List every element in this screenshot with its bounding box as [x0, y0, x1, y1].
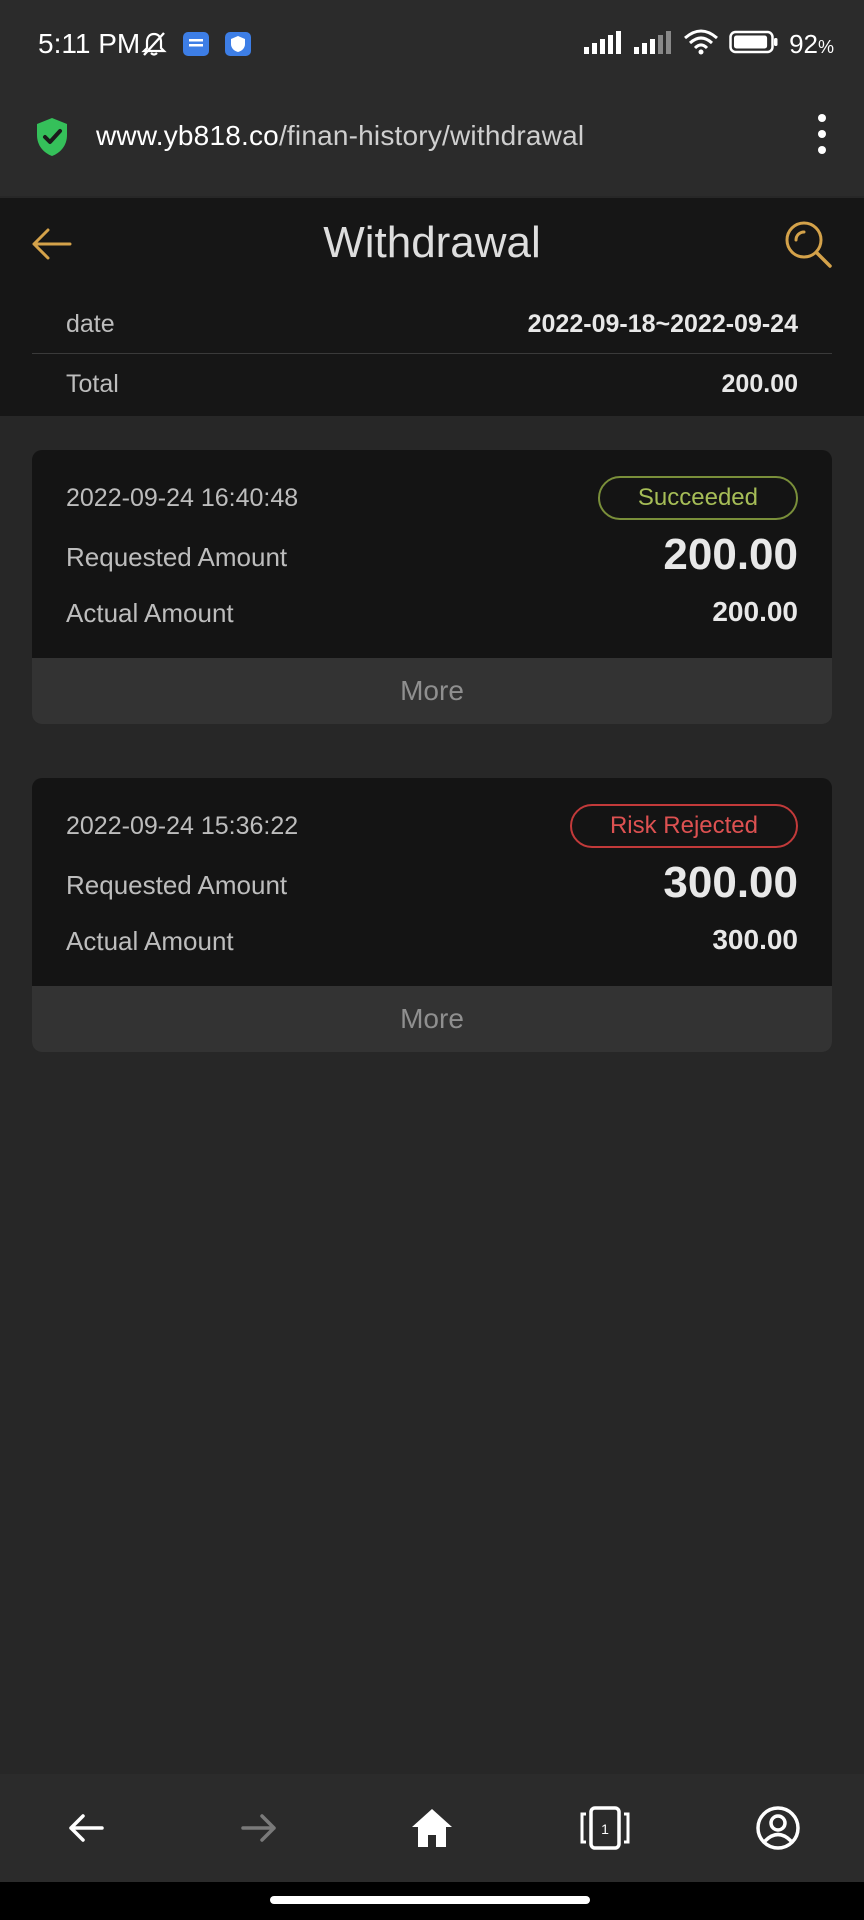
battery-percent: 92% [789, 29, 834, 59]
battery-icon [729, 29, 779, 60]
date-range-row[interactable]: date 2022-09-18~2022-09-24 [32, 294, 832, 354]
shield-app-icon [224, 30, 252, 63]
date-range-value[interactable]: 2022-09-18~2022-09-24 [528, 310, 798, 339]
total-label: Total [66, 369, 119, 398]
shield-check-icon[interactable] [34, 116, 70, 163]
bell-off-icon [140, 30, 168, 63]
status-badge: Risk Rejected [569, 804, 798, 848]
status-time: 5:11 PM [38, 28, 141, 59]
requested-amount-value: 200.00 [663, 530, 798, 579]
tab-count: 1 [601, 1821, 609, 1837]
more-button[interactable]: More [32, 986, 832, 1052]
more-button[interactable]: More [32, 658, 832, 724]
wifi-icon [683, 28, 719, 61]
account-icon[interactable] [748, 1798, 808, 1858]
withdrawal-card: 2022-09-24 16:40:48 Succeeded Requested … [32, 450, 832, 724]
record-time: 2022-09-24 15:36:22 [66, 812, 299, 840]
total-row: Total 200.00 [32, 354, 832, 414]
actual-amount-value: 300.00 [712, 924, 798, 955]
date-label: date [66, 309, 115, 338]
tabs-icon[interactable]: 1 [575, 1798, 635, 1858]
url-text[interactable]: www.yb818.co/finan-history/withdrawal [96, 120, 584, 152]
record-time: 2022-09-24 16:40:48 [66, 484, 299, 512]
withdrawal-card: 2022-09-24 15:36:22 Risk Rejected Reques… [32, 778, 832, 1052]
back-icon[interactable] [56, 1798, 116, 1858]
search-icon[interactable] [782, 218, 834, 270]
status-bar: 5:11 PM 92% [0, 0, 864, 92]
browser-bottom-nav: 1 [0, 1774, 864, 1882]
page-title: Withdrawal [323, 218, 541, 267]
actual-amount-label: Actual Amount [66, 598, 234, 628]
status-badge: Succeeded [597, 476, 798, 520]
home-icon[interactable] [402, 1798, 462, 1858]
address-bar[interactable]: www.yb818.co/finan-history/withdrawal [0, 92, 864, 196]
gesture-bar [0, 1882, 864, 1920]
total-value: 200.00 [721, 369, 798, 398]
forward-icon[interactable] [229, 1798, 289, 1858]
requested-amount-label: Requested Amount [66, 542, 288, 572]
message-app-icon [182, 30, 210, 63]
actual-amount-label: Actual Amount [66, 926, 234, 956]
signal-icon [583, 29, 623, 60]
more-vertical-icon[interactable] [816, 114, 828, 162]
signal-icon [633, 29, 673, 60]
actual-amount-value: 200.00 [712, 596, 798, 627]
page-header: Withdrawal date 2022-09-18~2022-09-24 To… [0, 198, 864, 416]
requested-amount-value: 300.00 [663, 858, 798, 907]
requested-amount-label: Requested Amount [66, 870, 288, 900]
